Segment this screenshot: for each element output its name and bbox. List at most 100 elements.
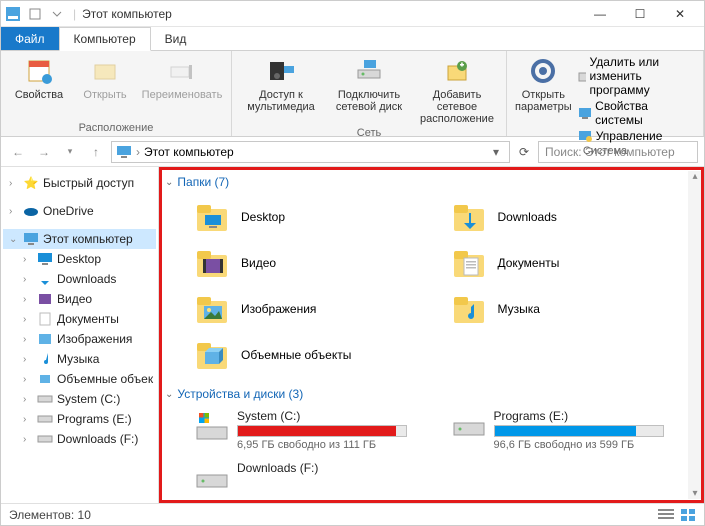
tree-item-icon (37, 271, 53, 287)
folder-label: Объемные объекты (241, 348, 351, 362)
map-drive-button[interactable]: Подключить сетевой диск (328, 55, 410, 113)
title-bar: | Этот компьютер ― ☐ ✕ (1, 1, 704, 27)
tree-item[interactable]: ›Downloads (F:) (17, 429, 156, 449)
tree-onedrive[interactable]: ›OneDrive (3, 201, 156, 221)
view-details-icon[interactable] (658, 508, 674, 522)
properties-button[interactable]: Свойства (9, 55, 69, 101)
add-network-button[interactable]: Добавить сетевое расположение (416, 55, 498, 125)
open-button: Открыть (75, 55, 135, 101)
tab-view[interactable]: Вид (151, 27, 201, 50)
group-system-label: Система (515, 143, 695, 157)
tree-item-label: Изображения (57, 332, 132, 346)
drive-name-label: Downloads (F:) (237, 461, 432, 475)
window-title: Этот компьютер (82, 7, 580, 21)
drive-name-label: Programs (E:) (494, 409, 689, 423)
tree-item[interactable]: ›Downloads (17, 269, 156, 289)
drive-free-label: 96,6 ГБ свободно из 599 ГБ (494, 439, 689, 451)
tree-item-label: Музыка (57, 352, 99, 366)
ribbon: Свойства Открыть Переименовать Расположе… (1, 51, 704, 137)
group-location-label: Расположение (9, 120, 223, 134)
tree-item-icon (37, 411, 53, 427)
tree-item-label: System (C:) (57, 392, 120, 406)
devices-header[interactable]: ⌄Устройства и диски (3) (165, 383, 698, 405)
star-icon: ⭐ (23, 175, 39, 191)
ribbon-tabs: Файл Компьютер Вид ? (1, 27, 704, 51)
manage-button[interactable]: Управление (578, 129, 695, 143)
tree-item[interactable]: ›Programs (E:) (17, 409, 156, 429)
scrollbar[interactable]: ▴▾ (688, 171, 702, 499)
maximize-button[interactable]: ☐ (620, 1, 660, 27)
recent-dropdown[interactable]: ▾ (59, 141, 81, 163)
tree-item[interactable]: ›Документы (17, 309, 156, 329)
tree-item-icon (37, 251, 53, 267)
address-path: Этот компьютер (144, 145, 234, 159)
folder-item[interactable]: Desktop (195, 199, 432, 235)
tree-item-icon (37, 311, 53, 327)
item-count: Элементов: 10 (9, 508, 91, 522)
pc-icon (23, 231, 39, 247)
system-props-button[interactable]: Свойства системы (578, 99, 695, 127)
folder-item[interactable]: Видео (195, 245, 432, 281)
rename-button: Переименовать (141, 55, 223, 101)
tree-item[interactable]: ›Desktop (17, 249, 156, 269)
view-tiles-icon[interactable] (680, 508, 696, 522)
tree-item-icon (37, 291, 53, 307)
drive-icon (452, 409, 486, 443)
tree-item[interactable]: ›Объемные объек (17, 369, 156, 389)
folders-header[interactable]: ⌄Папки (7) (165, 171, 698, 193)
folder-icon (195, 291, 231, 327)
nav-tree: ›⭐Быстрый доступ ›OneDrive ⌄Этот компьют… (1, 167, 159, 503)
drive-icon (195, 409, 229, 443)
folder-item[interactable]: Downloads (452, 199, 689, 235)
qat-dropdown-icon[interactable] (49, 6, 65, 22)
tree-this-pc[interactable]: ⌄Этот компьютер (3, 229, 156, 249)
folder-icon (452, 245, 488, 281)
tree-item[interactable]: ›Видео (17, 289, 156, 309)
back-button[interactable]: ← (7, 141, 29, 163)
qat-icon[interactable] (27, 6, 43, 22)
folder-label: Downloads (498, 210, 557, 224)
drive-item[interactable]: Programs (E:) 96,6 ГБ свободно из 599 ГБ (452, 409, 689, 451)
folder-label: Видео (241, 256, 276, 270)
uninstall-button[interactable]: Удалить или изменить программу (578, 55, 695, 97)
tab-file[interactable]: Файл (1, 27, 59, 50)
folder-item[interactable]: Изображения (195, 291, 432, 327)
tree-item-icon (37, 331, 53, 347)
media-access-button[interactable]: Доступ к мультимедиа (240, 55, 322, 113)
tree-item-icon (37, 371, 53, 387)
address-box[interactable]: › Этот компьютер ▾ (111, 141, 510, 163)
tree-item-label: Объемные объек (57, 372, 153, 386)
folder-icon (452, 291, 488, 327)
tree-item-icon (37, 351, 53, 367)
folder-icon (195, 199, 231, 235)
folder-icon (452, 199, 488, 235)
drive-item[interactable]: Downloads (F:) (195, 461, 432, 495)
minimize-button[interactable]: ― (580, 1, 620, 27)
close-button[interactable]: ✕ (660, 1, 700, 27)
folder-item[interactable]: Объемные объекты (195, 337, 432, 373)
tree-item[interactable]: ›System (C:) (17, 389, 156, 409)
tree-item-label: Документы (57, 312, 119, 326)
tree-item-label: Downloads (57, 272, 116, 286)
drive-icon (195, 461, 229, 495)
folder-icon (195, 245, 231, 281)
drive-name-label: System (C:) (237, 409, 432, 423)
content-pane[interactable]: ⌄Папки (7) Desktop Downloads Видео Документ… (159, 167, 704, 503)
folder-item[interactable]: Документы (452, 245, 689, 281)
drive-item[interactable]: System (C:)6,95 ГБ свободно из 111 ГБ (195, 409, 432, 451)
forward-button[interactable]: → (33, 141, 55, 163)
folder-item[interactable]: Музыка (452, 291, 689, 327)
tab-computer[interactable]: Компьютер (59, 27, 151, 51)
folder-label: Изображения (241, 302, 316, 316)
folder-label: Desktop (241, 210, 285, 224)
tree-item-icon (37, 431, 53, 447)
address-dropdown-icon[interactable]: ▾ (487, 145, 505, 159)
group-network-label: Сеть (240, 125, 498, 139)
tree-quick-access[interactable]: ›⭐Быстрый доступ (3, 173, 156, 193)
tree-item[interactable]: ›Музыка (17, 349, 156, 369)
tree-item-label: Desktop (57, 252, 101, 266)
open-settings-button[interactable]: Открыть параметры (515, 55, 572, 113)
tree-item[interactable]: ›Изображения (17, 329, 156, 349)
up-button[interactable]: ↑ (85, 141, 107, 163)
tree-item-label: Downloads (F:) (57, 432, 138, 446)
